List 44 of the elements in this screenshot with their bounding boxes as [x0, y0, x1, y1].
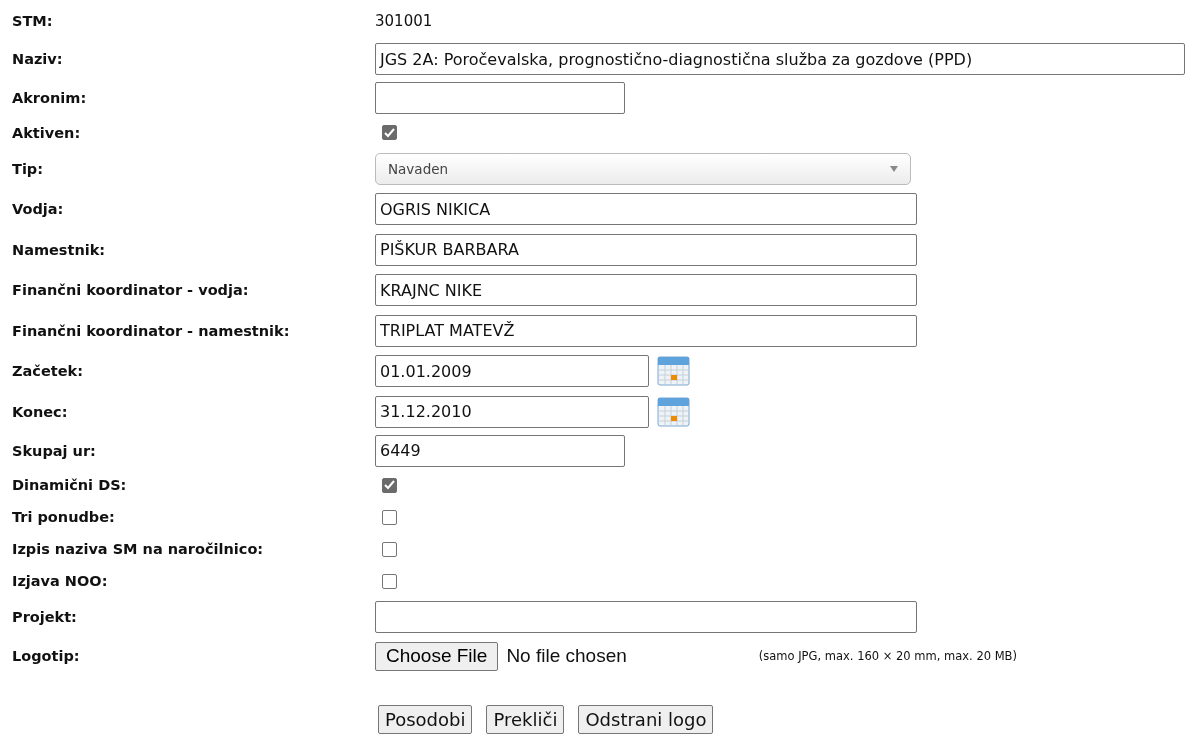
field-label: Skupaj ur:	[12, 442, 96, 459]
field-label: Aktiven:	[12, 124, 81, 141]
caret-icon[interactable]	[890, 165, 898, 172]
field-label: Projekt:	[12, 609, 77, 626]
dropdown[interactable]: Navaden	[375, 152, 911, 185]
checkbox[interactable]	[382, 573, 397, 589]
choose-file-button[interactable]: Choose File	[375, 641, 499, 671]
text-field[interactable]: KRAJNC NIKE	[375, 274, 917, 307]
calendar-icon[interactable]	[657, 395, 690, 428]
form-button[interactable]: Posodobi	[378, 704, 473, 734]
date-field[interactable]: 01.01.2009	[375, 355, 649, 388]
field-label: Namestnik:	[12, 241, 106, 258]
text-field[interactable]	[375, 82, 625, 114]
checkbox[interactable]	[382, 509, 397, 525]
field-value: 301001	[375, 11, 433, 30]
field-label: Začetek:	[12, 363, 83, 380]
file-status: No file chosen	[506, 645, 627, 667]
text-field[interactable]: JGS 2A: Poročevalska, prognostično-diagnostična služba za gozdove (PPD)	[375, 43, 1185, 76]
date-field[interactable]: 31.12.2010	[375, 395, 649, 428]
checkbox[interactable]	[382, 541, 397, 557]
field-label: Tip:	[12, 160, 44, 177]
form-button[interactable]: Prekliči	[486, 704, 565, 734]
checkbox[interactable]	[382, 125, 397, 140]
checkbox[interactable]	[382, 477, 397, 493]
calendar-icon[interactable]	[657, 355, 690, 388]
file-hint: (samo JPG, max. 160 × 20 mm, max. 20 MB)	[758, 649, 1017, 663]
text-field[interactable]: OGRIS NIKICA	[375, 193, 917, 226]
field-label: Izpis naziva SM na naročilnico:	[12, 541, 264, 557]
text-field[interactable]: PIŠKUR BARBARA	[375, 233, 917, 266]
field-label: Konec:	[12, 403, 68, 420]
field-label: Akronim:	[12, 90, 87, 106]
field-label: Izjava NOO:	[12, 573, 108, 589]
text-field[interactable]: 6449	[375, 434, 625, 467]
form-button[interactable]: Odstrani logo	[578, 704, 714, 734]
text-field[interactable]	[375, 601, 917, 634]
field-label: Finančni koordinator - namestnik:	[12, 322, 290, 339]
field-label: Tri ponudbe:	[12, 509, 115, 525]
field-label: Naziv:	[12, 51, 63, 68]
field-label: STM:	[12, 12, 53, 29]
field-label: Finančni koordinator - vodja:	[12, 282, 249, 299]
field-label: Logotip:	[12, 648, 80, 664]
text-field[interactable]: TRIPLAT MATEVŽ	[375, 314, 917, 347]
field-label: Vodja:	[12, 201, 64, 218]
field-label: Dinamični DS:	[12, 477, 127, 493]
